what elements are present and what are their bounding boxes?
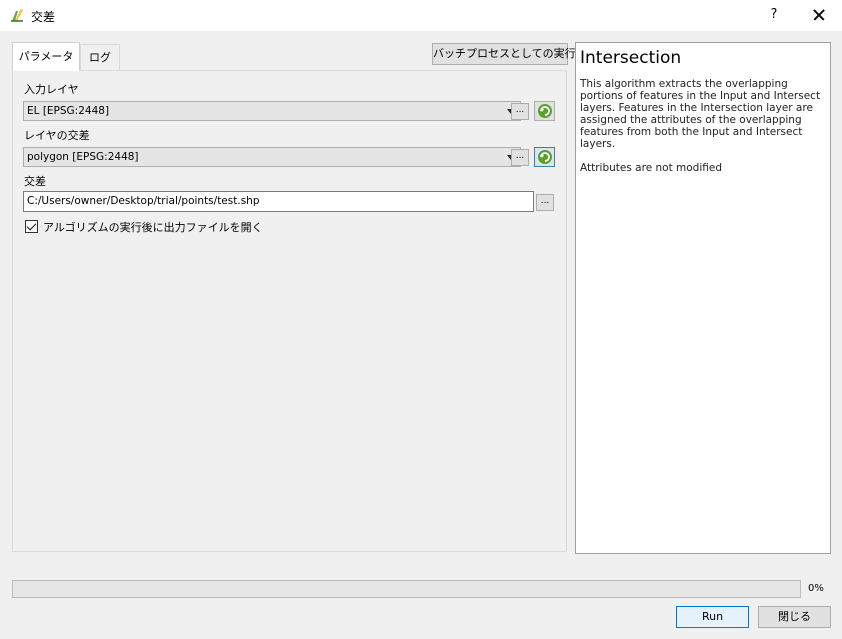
progress-bar (12, 580, 801, 598)
progress-text: 0% (808, 583, 824, 594)
help-button[interactable]: ? (762, 4, 786, 26)
help-description: This algorithm extracts the overlapping … (580, 78, 821, 150)
help-panel: Intersection This algorithm extracts the… (575, 42, 831, 554)
intersect-layer-value: polygon [EPSG:2448] (27, 151, 139, 163)
input-layer-label: 入力レイヤ (24, 83, 79, 96)
close-button[interactable]: 閉じる (758, 606, 831, 628)
parameters-panel: 入力レイヤ EL [EPSG:2448] ... レイヤの交差 polygon … (12, 70, 567, 552)
intersect-layer-select[interactable]: polygon [EPSG:2448] (23, 147, 521, 167)
close-icon[interactable] (806, 4, 834, 26)
input-layer-select[interactable]: EL [EPSG:2448] (23, 101, 521, 121)
window-title: 交差 (31, 10, 56, 24)
tab-log[interactable]: ログ (80, 44, 120, 71)
tab-parameters[interactable]: パラメータ (12, 42, 80, 71)
open-output-label: アルゴリズムの実行後に出力ファイルを開く (43, 221, 263, 234)
output-label: 交差 (24, 175, 46, 188)
run-as-batch-button[interactable]: バッチプロセスとしての実行... (432, 43, 586, 65)
help-title: Intersection (580, 48, 682, 68)
run-button[interactable]: Run (676, 606, 749, 628)
input-layer-value: EL [EPSG:2448] (27, 105, 110, 117)
output-path-field[interactable]: C:/Users/owner/Desktop/trial/points/test… (23, 191, 534, 212)
qgis-processing-icon (11, 9, 23, 22)
input-layer-browse-button[interactable]: ... (511, 103, 529, 120)
open-output-checkbox[interactable] (25, 220, 38, 233)
iterate-over-features-icon (538, 150, 552, 164)
intersect-layer-label: レイヤの交差 (24, 129, 90, 142)
iterate-over-features-icon (538, 104, 552, 118)
intersect-layer-iterate-button[interactable] (534, 147, 555, 167)
intersect-layer-browse-button[interactable]: ... (511, 149, 529, 166)
output-browse-button[interactable]: ... (536, 194, 554, 211)
input-layer-iterate-button[interactable] (534, 101, 555, 121)
help-attributes-note: Attributes are not modified (580, 162, 722, 174)
title-bar: 交差 ? (0, 0, 842, 31)
